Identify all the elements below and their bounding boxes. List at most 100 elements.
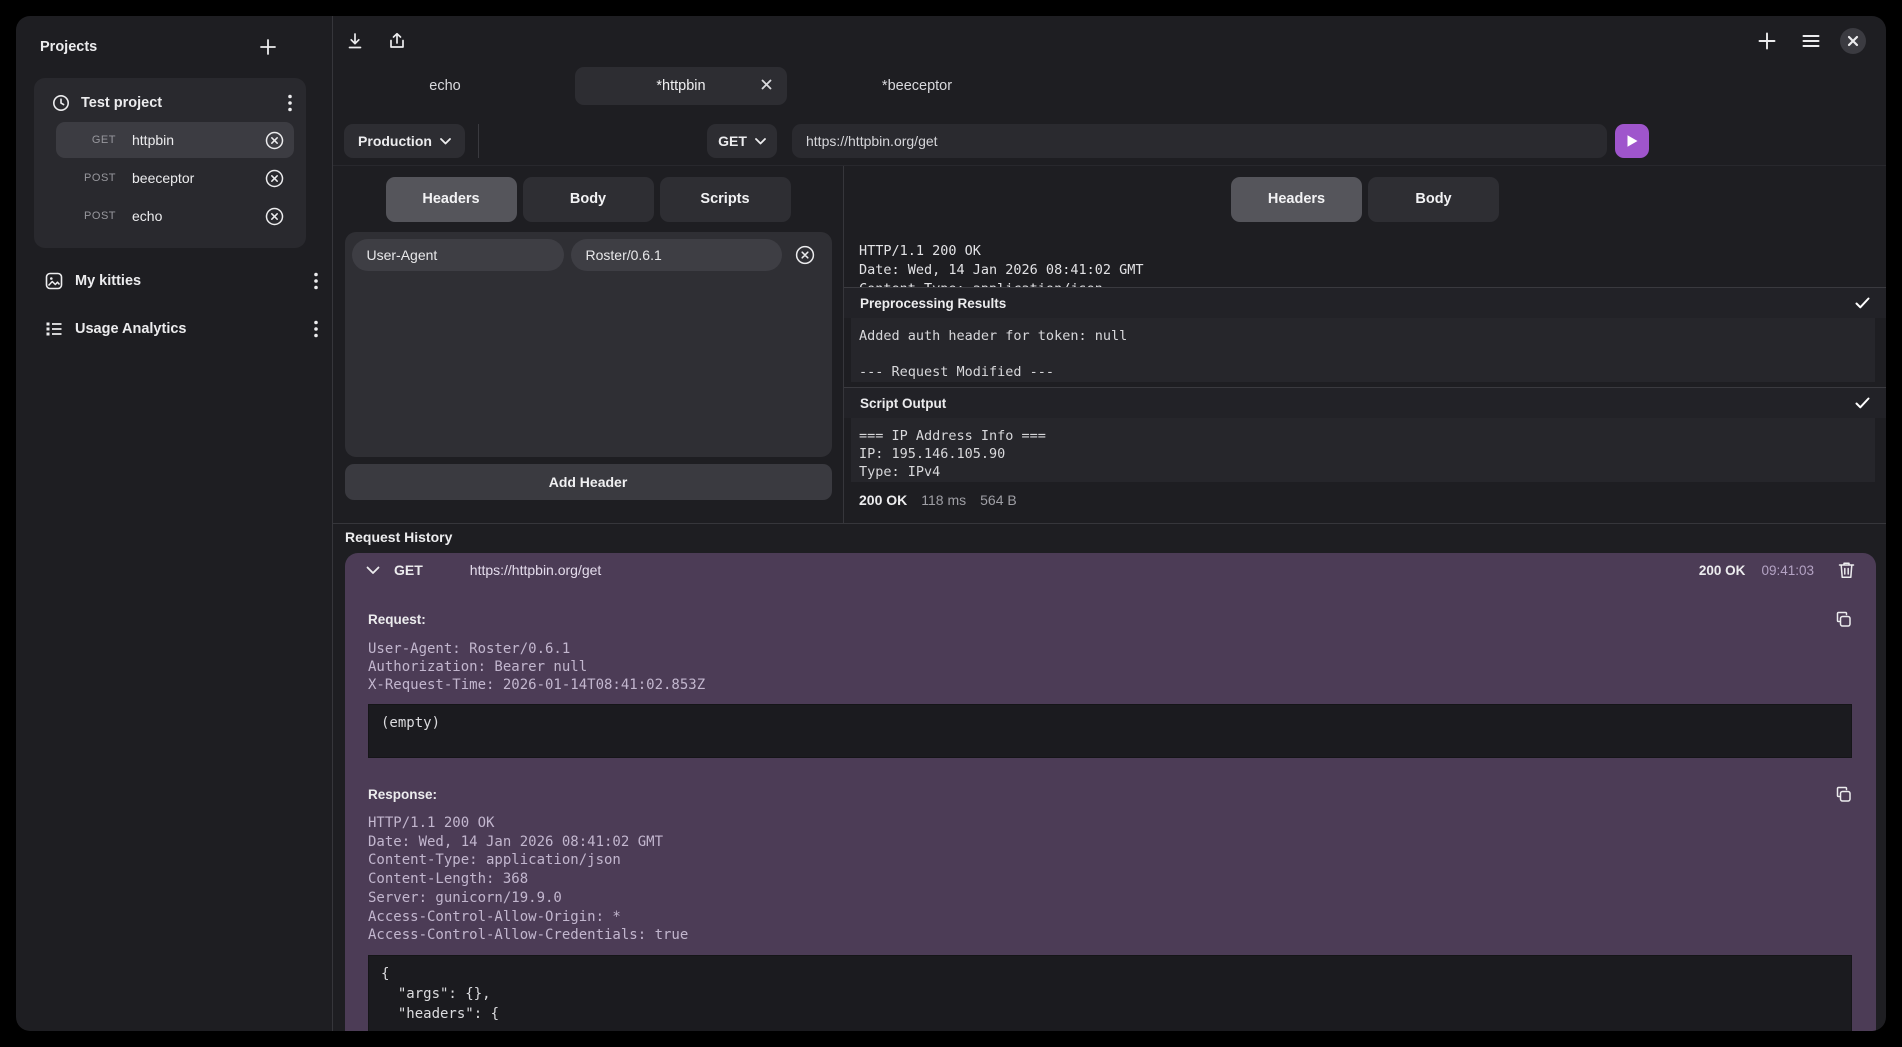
sidebar-item-httpbin[interactable]: GET httpbin xyxy=(56,122,294,158)
status-size: 564 B xyxy=(980,492,1017,508)
chevron-down-icon xyxy=(440,138,451,145)
response-headers-preview[interactable]: HTTP/1.1 200 OK Date: Wed, 14 Jan 2026 0… xyxy=(844,232,1886,287)
circle-x-icon xyxy=(265,169,284,188)
tab-httpbin[interactable]: *httpbin xyxy=(575,67,787,105)
kebab-icon xyxy=(314,320,318,338)
share-icon xyxy=(387,31,407,51)
header-row xyxy=(352,239,825,271)
history-method: GET xyxy=(394,562,423,578)
editor-panels: Headers Body Scripts Add xyxy=(333,165,1886,523)
new-tab-button[interactable] xyxy=(1756,30,1778,52)
circle-x-icon xyxy=(795,245,815,265)
sidebar-item-label: My kitties xyxy=(75,273,302,289)
kebab-icon xyxy=(288,94,292,112)
top-toolbar xyxy=(333,16,1886,60)
script-output-header: Script Output xyxy=(844,387,1886,418)
request-history-title: Request History xyxy=(345,529,452,545)
response-panel: Headers Body HTTP/1.1 200 OK Date: Wed, … xyxy=(844,166,1886,523)
my-kitties-menu-button[interactable] xyxy=(314,272,318,290)
method-select[interactable]: GET xyxy=(707,124,777,158)
copy-response-button[interactable] xyxy=(1835,786,1852,803)
project-menu-button[interactable] xyxy=(288,94,292,112)
project-group-header[interactable]: Test project xyxy=(42,86,298,120)
plus-icon xyxy=(1756,30,1778,52)
circle-x-icon xyxy=(265,207,284,226)
tab-request-body[interactable]: Body xyxy=(523,177,654,222)
request-history-section: Request History xyxy=(333,523,1886,549)
response-status-bar: 200 OK 118 ms 564 B xyxy=(844,482,1886,518)
preprocessing-output[interactable]: Added auth header for token: null --- Re… xyxy=(851,318,1875,382)
history-entry-card: GET https://httpbin.org/get 200 OK 09:41… xyxy=(345,553,1876,1031)
request-method-label: GET xyxy=(74,134,116,146)
play-icon xyxy=(1626,134,1639,148)
export-button[interactable] xyxy=(387,31,407,51)
section-title: Script Output xyxy=(860,396,1855,411)
send-button[interactable] xyxy=(1615,124,1649,158)
import-button[interactable] xyxy=(345,31,365,51)
add-project-button[interactable] xyxy=(258,37,278,57)
tab-echo[interactable]: echo xyxy=(339,67,551,105)
script-output[interactable]: === IP Address Info === IP: 195.146.105.… xyxy=(851,418,1875,482)
request-name-label: echo xyxy=(132,208,265,224)
request-bar: Production GET xyxy=(333,112,1886,165)
menu-button[interactable] xyxy=(1800,30,1822,52)
tab-strip: echo *httpbin *beeceptor xyxy=(333,60,1886,112)
divider xyxy=(478,124,479,158)
tab-label: *httpbin xyxy=(656,78,705,94)
copy-request-button[interactable] xyxy=(1835,611,1852,628)
history-entry-header[interactable]: GET https://httpbin.org/get 200 OK 09:41… xyxy=(345,553,1876,587)
url-input[interactable] xyxy=(792,124,1607,158)
remove-request-button[interactable] xyxy=(265,169,284,188)
environment-select[interactable]: Production xyxy=(344,124,465,158)
sidebar-item-my-kitties[interactable]: My kitties xyxy=(16,264,332,298)
status-time: 118 ms xyxy=(921,492,966,508)
history-response-body[interactable]: { "args": {}, "headers": { xyxy=(368,955,1852,1031)
sidebar: Projects Test project GET xyxy=(16,16,333,1031)
tab-response-headers[interactable]: Headers xyxy=(1231,177,1362,222)
tab-beeceptor[interactable]: *beeceptor xyxy=(811,67,1023,105)
tab-request-headers[interactable]: Headers xyxy=(386,177,517,222)
success-check-icon xyxy=(1855,397,1870,409)
response-section-label: Response: xyxy=(368,787,1835,802)
tab-response-body[interactable]: Body xyxy=(1368,177,1499,222)
add-header-button[interactable]: Add Header xyxy=(345,464,832,500)
download-icon xyxy=(345,31,365,51)
chevron-down-icon[interactable] xyxy=(366,566,380,575)
history-request-body[interactable]: (empty) xyxy=(368,704,1852,758)
history-entry-body: Request: User-Agent: Roster/0.6.1 Author… xyxy=(345,587,1876,1031)
close-window-button[interactable] xyxy=(1840,28,1866,54)
plus-icon xyxy=(258,37,278,57)
usage-analytics-menu-button[interactable] xyxy=(314,320,318,338)
status-code: 200 OK xyxy=(859,492,907,508)
chevron-down-icon xyxy=(755,138,766,145)
request-method-label: POST xyxy=(74,172,116,184)
tab-label: *beeceptor xyxy=(882,78,952,94)
copy-icon xyxy=(1835,786,1852,803)
sidebar-item-label: Usage Analytics xyxy=(75,321,302,337)
request-name-label: beeceptor xyxy=(132,170,265,186)
sidebar-item-echo[interactable]: POST echo xyxy=(56,198,294,234)
remove-request-button[interactable] xyxy=(265,131,284,150)
close-tab-button[interactable] xyxy=(760,78,773,91)
list-icon xyxy=(45,320,63,338)
history-status: 200 OK xyxy=(1699,563,1746,578)
project-group-card: Test project GET httpbin POST be xyxy=(34,78,306,248)
tab-label: echo xyxy=(429,78,460,94)
history-url: https://httpbin.org/get xyxy=(470,562,1699,578)
tab-request-scripts[interactable]: Scripts xyxy=(660,177,791,222)
copy-icon xyxy=(1835,611,1852,628)
history-response-headers: HTTP/1.1 200 OK Date: Wed, 14 Jan 2026 0… xyxy=(368,814,1852,945)
remove-header-button[interactable] xyxy=(795,245,815,265)
remove-request-button[interactable] xyxy=(265,207,284,226)
sidebar-item-beeceptor[interactable]: POST beeceptor xyxy=(56,160,294,196)
preprocessing-results-header: Preprocessing Results xyxy=(844,287,1886,318)
delete-history-button[interactable] xyxy=(1838,561,1855,579)
sidebar-item-usage-analytics[interactable]: Usage Analytics xyxy=(16,312,332,346)
header-value-input[interactable] xyxy=(571,239,782,271)
request-method-label: POST xyxy=(74,210,116,222)
hamburger-icon xyxy=(1800,30,1822,52)
header-key-input[interactable] xyxy=(352,239,564,271)
kebab-icon xyxy=(314,272,318,290)
request-editor-panel: Headers Body Scripts Add xyxy=(333,166,844,523)
environment-label: Production xyxy=(358,133,432,149)
